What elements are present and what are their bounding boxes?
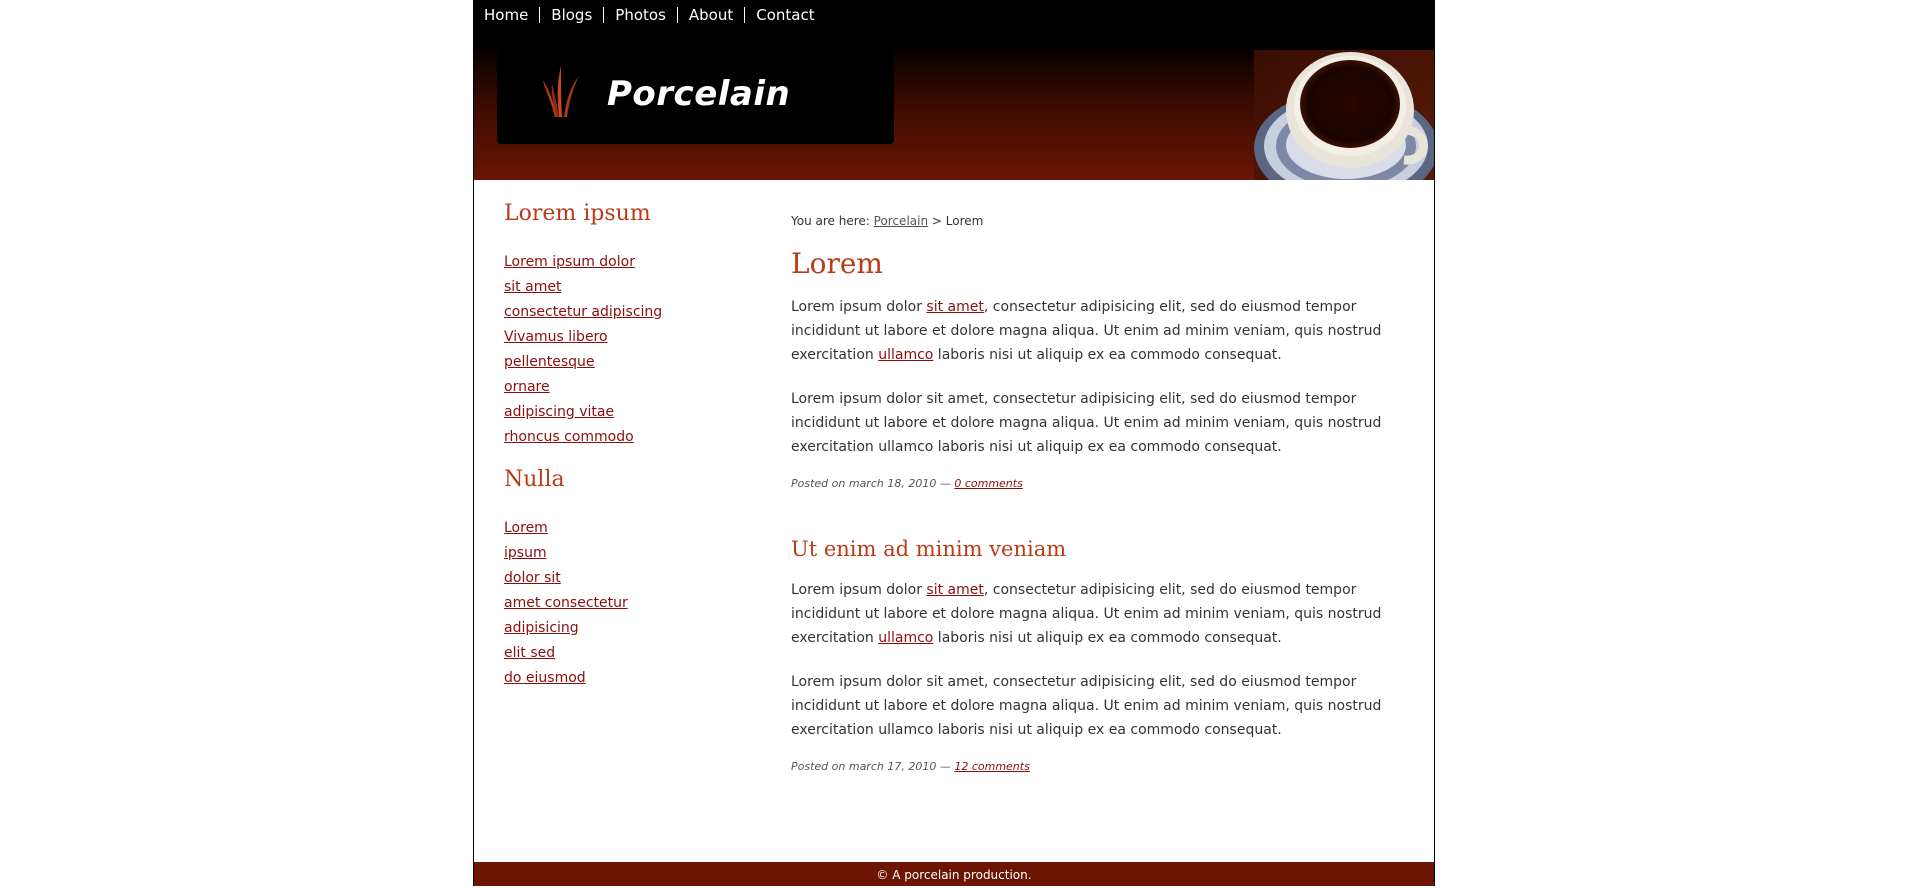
post-title: Lorem (791, 247, 883, 280)
breadcrumb-link[interactable]: Porcelain (874, 214, 928, 228)
post-paragraph: Lorem ipsum dolor sit amet, consectetur … (791, 299, 1382, 363)
sidebar-link[interactable]: elit sed (504, 645, 555, 661)
comments-link[interactable]: 0 comments (954, 477, 1023, 490)
logo-text: Porcelain (607, 74, 791, 114)
footer: © A porcelain production. (474, 862, 1434, 886)
breadcrumb-prefix: You are here: (791, 214, 870, 228)
sidebar-heading: Nulla (504, 467, 565, 492)
post-date: Posted on march 17, 2010 — (791, 760, 951, 773)
post-title: Ut enim ad minim veniam (791, 537, 1067, 561)
sidebar-list: Lorem ipsum dolor sit amet consectetur a… (504, 248, 754, 448)
sidebar-link[interactable]: consectetur adipiscing (504, 304, 662, 320)
sidebar-link[interactable]: ornare (504, 379, 550, 395)
post-paragraph: Lorem ipsum dolor sit amet, consectetur … (791, 582, 1382, 646)
breadcrumb: You are here: Porcelain > Lorem (791, 214, 1401, 232)
post-paragraph: Lorem ipsum dolor sit amet, consectetur … (791, 674, 1382, 738)
breadcrumb-separator: > (931, 214, 942, 228)
sidebar-link[interactable]: Lorem ipsum dolor (504, 254, 635, 270)
sidebar-link[interactable]: ipsum (504, 545, 547, 561)
post-date: Posted on march 18, 2010 — (791, 477, 951, 490)
nav-about[interactable]: About (676, 7, 744, 23)
inline-link[interactable]: ullamco (878, 347, 933, 363)
inline-link[interactable]: ullamco (878, 630, 933, 646)
sidebar-link[interactable]: do eiusmod (504, 670, 586, 686)
header: Home Blogs Photos About Contact Porcelai… (474, 0, 1434, 180)
sidebar-link[interactable]: adipisicing (504, 620, 579, 636)
post-meta: Posted on march 17, 2010 — 12 comments (791, 760, 1401, 773)
coffee-cup-image (1254, 50, 1434, 180)
nav-contact[interactable]: Contact (744, 7, 825, 23)
nav-blogs[interactable]: Blogs (539, 7, 603, 23)
post: Ut enim ad minim veniam Lorem ipsum dolo… (791, 534, 1401, 773)
sidebar-link[interactable]: adipiscing vitae (504, 404, 614, 420)
post-meta: Posted on march 18, 2010 — 0 comments (791, 477, 1401, 490)
sidebar-link[interactable]: Vivamus libero (504, 329, 608, 345)
logo[interactable]: Porcelain (497, 44, 894, 144)
grass-flame-icon (543, 66, 579, 117)
post-paragraph: Lorem ipsum dolor sit amet, consectetur … (791, 391, 1382, 455)
sidebar-link[interactable]: pellentesque (504, 354, 595, 370)
nav-photos[interactable]: Photos (603, 7, 677, 23)
inline-link[interactable]: sit amet (926, 299, 983, 315)
sidebar-link[interactable]: amet consectetur (504, 595, 628, 611)
sidebar: Lorem ipsum Lorem ipsum dolor sit amet c… (504, 200, 754, 707)
page: Home Blogs Photos About Contact Porcelai… (473, 0, 1435, 886)
sidebar-list: Lorem ipsum dolor sit amet consectetur a… (504, 514, 754, 689)
comments-link[interactable]: 12 comments (954, 760, 1030, 773)
sidebar-link[interactable]: sit amet (504, 279, 561, 295)
sidebar-link[interactable]: Lorem (504, 520, 548, 536)
breadcrumb-current: Lorem (945, 214, 984, 228)
sidebar-link[interactable]: rhoncus commodo (504, 429, 634, 445)
sidebar-heading: Lorem ipsum (504, 201, 651, 226)
top-nav: Home Blogs Photos About Contact (474, 0, 826, 30)
inline-link[interactable]: sit amet (926, 582, 983, 598)
sidebar-link[interactable]: dolor sit (504, 570, 561, 586)
post: Lorem Lorem ipsum dolor sit amet, consec… (791, 246, 1401, 490)
nav-home[interactable]: Home (484, 7, 539, 23)
main-content: You are here: Porcelain > Lorem Lorem Lo… (791, 214, 1401, 773)
